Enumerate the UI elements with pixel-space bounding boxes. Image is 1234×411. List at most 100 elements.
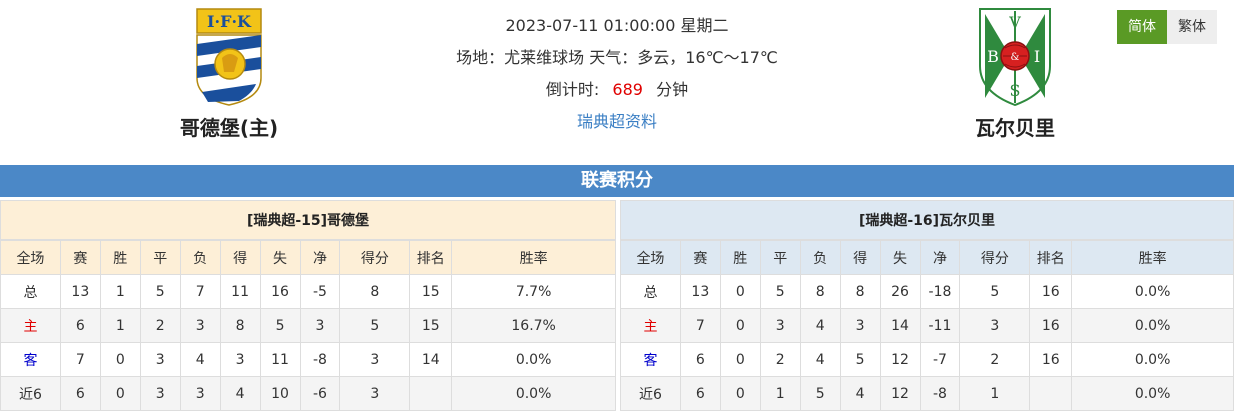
home-table-header-row: 全场 赛 胜 平 负 得 失 净 得分 排名 胜率	[0, 240, 616, 275]
table-cell: 14	[409, 342, 453, 377]
away-table-row: 客 6 0 2 4 5 12 -7 2 16 0.0%	[620, 342, 1234, 377]
table-cell: 7	[679, 308, 721, 343]
away-table-row: 主 7 0 3 4 3 14 -11 3 16 0.0%	[620, 308, 1234, 343]
table-cell: 1	[759, 376, 801, 411]
table-cell: 5	[759, 274, 801, 309]
varbergs-bois-logo: V B I S &	[979, 8, 1051, 106]
table-cell: 1	[99, 274, 141, 309]
table-cell: 0	[719, 376, 761, 411]
away-table-header-row: 全场 赛 胜 平 负 得 失 净 得分 排名 胜率	[620, 240, 1234, 275]
col-header: 净	[919, 240, 961, 275]
table-cell: 3	[299, 308, 341, 343]
table-cell: 0.0%	[451, 342, 616, 377]
table-cell	[409, 376, 453, 411]
table-cell: 4	[799, 342, 841, 377]
table-cell: -18	[919, 274, 961, 309]
home-table-row: 近6 6 0 3 3 4 10 -6 3 0.0%	[0, 376, 616, 411]
col-header: 赛	[679, 240, 721, 275]
table-cell: -5	[299, 274, 341, 309]
logo-letter-b: B	[987, 47, 999, 66]
col-header: 负	[799, 240, 841, 275]
table-cell: 0.0%	[1071, 308, 1234, 343]
table-cell: 1	[959, 376, 1031, 411]
table-cell: 3	[959, 308, 1031, 343]
table-cell: 3	[219, 342, 261, 377]
col-header: 胜	[719, 240, 761, 275]
table-cell: 11	[259, 342, 301, 377]
col-header: 得	[839, 240, 881, 275]
away-table-row: 总 13 0 5 8 8 26 -18 5 16 0.0%	[620, 274, 1234, 309]
table-cell: 8	[219, 308, 261, 343]
table-cell: 4	[179, 342, 221, 377]
table-cell: 3	[339, 376, 411, 411]
match-datetime: 2023-07-11 01:00:00 星期二	[505, 16, 729, 35]
col-header: 全场	[620, 240, 681, 275]
table-cell: 12	[879, 376, 921, 411]
table-cell: 8	[799, 274, 841, 309]
table-cell: 0.0%	[451, 376, 616, 411]
league-info-link[interactable]: 瑞典超资料	[577, 112, 657, 131]
col-header: 平	[759, 240, 801, 275]
home-table-row: 主 6 1 2 3 8 5 3 5 15 16.7%	[0, 308, 616, 343]
table-cell: 7	[179, 274, 221, 309]
table-cell: 26	[879, 274, 921, 309]
table-cell	[1029, 376, 1073, 411]
ifk-goteborg-logo: I·F·K	[196, 8, 262, 106]
away-standings-panel: [瑞典超-16]瓦尔贝里 全场 赛 胜 平 负 得 失 净 得分 排名 胜率 总…	[620, 200, 1234, 411]
table-cell: 6	[679, 376, 721, 411]
col-header: 胜率	[1071, 240, 1234, 275]
row-label: 客	[620, 342, 681, 377]
home-team[interactable]: I·F·K 哥德堡(主)	[149, 6, 309, 141]
table-cell: 8	[339, 274, 411, 309]
home-standings-table: 全场 赛 胜 平 负 得 失 净 得分 排名 胜率 总 13 1 5 7 11 16 -5 8 1…	[0, 240, 616, 411]
table-cell: 0	[99, 342, 141, 377]
table-cell: 14	[879, 308, 921, 343]
row-label: 总	[0, 274, 61, 309]
home-standings-panel: [瑞典超-15]哥德堡 全场 赛 胜 平 负 得 失 净 得分 排名 胜率 总1…	[0, 200, 616, 411]
language-switch: 简体 繁体	[1117, 10, 1217, 44]
table-cell: 1	[99, 308, 141, 343]
table-cell: 2	[959, 342, 1031, 377]
table-cell: 15	[409, 274, 453, 309]
table-cell: 4	[839, 376, 881, 411]
logo-text: I·F·K	[207, 12, 252, 31]
away-team-name: 瓦尔贝里	[975, 116, 1055, 140]
home-team-name: 哥德堡(主)	[179, 116, 279, 140]
simplified-chinese-button[interactable]: 简体	[1117, 10, 1167, 44]
table-cell: 7	[59, 342, 101, 377]
away-table-row: 近6 6 0 1 5 4 12 -8 1 0.0%	[620, 376, 1234, 411]
col-header: 赛	[59, 240, 101, 275]
row-label: 主	[620, 308, 681, 343]
table-cell: 6	[59, 376, 101, 411]
table-cell: 2	[139, 308, 181, 343]
home-table-row: 客 7 0 3 4 3 11 -8 3 14 0.0%	[0, 342, 616, 377]
traditional-chinese-button[interactable]: 繁体	[1167, 10, 1217, 44]
table-cell: 10	[259, 376, 301, 411]
row-label: 近6	[0, 376, 61, 411]
table-cell: 4	[219, 376, 261, 411]
table-cell: 13	[59, 274, 101, 309]
table-cell: -11	[919, 308, 961, 343]
table-cell: 6	[59, 308, 101, 343]
col-header: 得	[219, 240, 261, 275]
table-cell: 0	[719, 274, 761, 309]
table-cell: 15	[409, 308, 453, 343]
table-cell: 16	[1029, 308, 1073, 343]
away-team[interactable]: V B I S & 瓦尔贝里	[935, 6, 1095, 141]
row-label: 主	[0, 308, 61, 343]
table-cell: 3	[139, 376, 181, 411]
table-cell: 5	[839, 342, 881, 377]
col-header: 失	[879, 240, 921, 275]
table-cell: 0.0%	[1071, 274, 1234, 309]
table-cell: 16.7%	[451, 308, 616, 343]
countdown-unit: 分钟	[656, 80, 689, 99]
logo-ampersand: &	[1011, 52, 1020, 63]
match-info: 2023-07-11 01:00:00 星期二 场地：尤莱维球场 天气：多云，1…	[400, 10, 834, 138]
table-cell: 3	[139, 342, 181, 377]
table-cell: 13	[679, 274, 721, 309]
table-cell: 7.7%	[451, 274, 616, 309]
table-cell: 5	[259, 308, 301, 343]
table-cell: 5	[959, 274, 1031, 309]
table-cell: 5	[139, 274, 181, 309]
table-cell: 11	[219, 274, 261, 309]
